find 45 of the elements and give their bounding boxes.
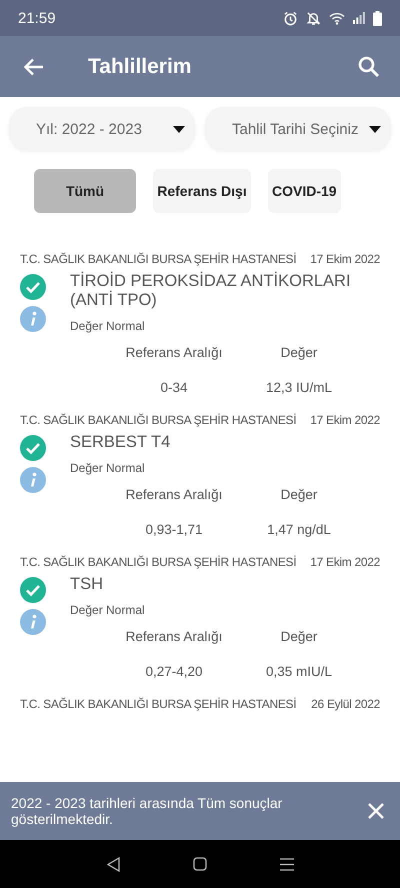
hospital-name: T.C. SAĞLIK BAKANLIĞI BURSA ŞEHİR HASTANESİ [20, 413, 296, 427]
recents-nav-icon[interactable] [280, 858, 294, 870]
column-header: Değer [280, 487, 318, 502]
result-value: 1,47 ng/dL [266, 522, 332, 537]
reference-range: 0,27-4,20 [144, 664, 204, 679]
screen-title: Tahlillerim [88, 54, 192, 78]
reference-range: 0-34 [159, 380, 189, 395]
result-status: Değer Normal [70, 319, 146, 333]
filter-tab[interactable]: Tümü [34, 169, 136, 213]
result-status: Değer Normal [70, 461, 146, 475]
filter-dropdown[interactable]: Yıl: 2022 - 2023 [9, 107, 195, 151]
test-name: TSH [70, 575, 104, 594]
test-name: SERBEST T4 [70, 433, 172, 452]
snackbar-message: 2022 - 2023 tarihleri arasında Tüm sonuçlar gösterilmektedir. [11, 795, 284, 827]
result-status: Değer Normal [70, 603, 146, 617]
result-date: 17 Ekim 2022 [310, 252, 380, 266]
test-name: TİROİD PEROKSİDAZ ANTİKORLARI (ANTİ TPO) [70, 272, 352, 310]
battery-icon [373, 10, 382, 26]
result-date: 17 Ekim 2022 [310, 413, 380, 427]
caret-icon [173, 126, 185, 132]
result-value: 0,35 mIU/L [264, 664, 334, 679]
column-header: Referans Aralığı [124, 345, 224, 360]
hospital-name: T.C. SAĞLIK BAKANLIĞI BURSA ŞEHİR HASTANESİ [20, 252, 296, 266]
home-nav-icon[interactable] [192, 857, 206, 871]
column-header: Referans Aralığı [124, 487, 224, 502]
signal-icon [353, 12, 365, 24]
reference-range: 0,93-1,71 [144, 522, 204, 537]
clock-time: 21:59 [18, 10, 56, 26]
close-button[interactable] [366, 801, 386, 821]
column-header: Referans Aralığı [124, 629, 224, 644]
column-header: Değer [280, 345, 318, 360]
caret-icon [369, 126, 381, 132]
back-nav-icon[interactable] [106, 856, 120, 872]
result-value: 12,3 IU/mL [264, 380, 334, 395]
hospital-name: T.C. SAĞLIK BAKANLIĞI BURSA ŞEHİR HASTANESİ [20, 697, 296, 711]
column-header: Değer [280, 629, 318, 644]
filter-tab[interactable]: Referans Dışı [153, 169, 251, 213]
filter-tab[interactable]: COVID-19 [268, 169, 341, 213]
alarm-icon [283, 10, 298, 26]
muted-bell-icon [306, 10, 321, 26]
filter-dropdown[interactable]: Tahlil Tarihi Seçiniz [205, 107, 391, 151]
result-date: 26 Eylül 2022 [311, 697, 380, 711]
result-date: 17 Ekim 2022 [310, 555, 380, 569]
hospital-name: T.C. SAĞLIK BAKANLIĞI BURSA ŞEHİR HASTANESİ [20, 555, 296, 569]
wifi-icon [329, 12, 345, 24]
